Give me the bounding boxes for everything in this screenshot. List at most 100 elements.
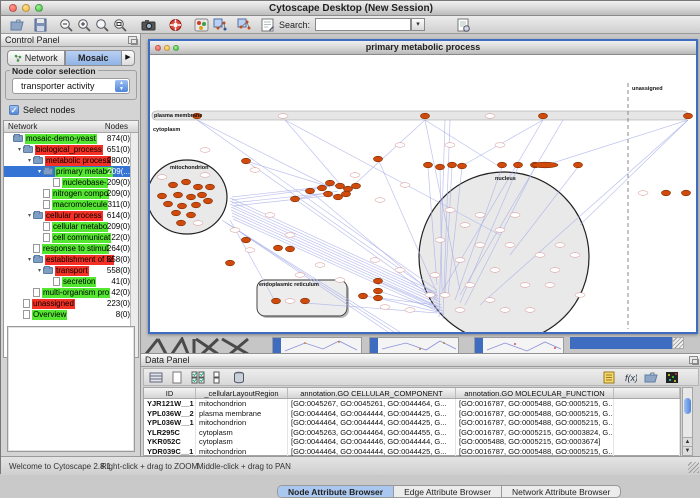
network-node[interactable]: [198, 192, 207, 198]
select-nodes-checkbox[interactable]: ✓: [9, 105, 19, 115]
network-node[interactable]: [375, 198, 385, 203]
attribute-matrix-icon[interactable]: [665, 371, 679, 384]
network-node[interactable]: [204, 198, 213, 204]
network-node[interactable]: [545, 283, 555, 288]
overview-network-thumbnail[interactable]: [144, 337, 254, 354]
network-node[interactable]: [306, 188, 315, 194]
vizmapper-icon[interactable]: [194, 18, 209, 32]
network-node[interactable]: [194, 184, 203, 190]
network-node[interactable]: [242, 158, 251, 164]
network-node[interactable]: [574, 162, 583, 168]
snapshot-camera-icon[interactable]: [141, 18, 156, 32]
float-panel-icon[interactable]: [128, 36, 137, 44]
network-edge[interactable]: [540, 120, 688, 167]
column-header[interactable]: _cellularLayoutRegion: [196, 388, 288, 398]
network-node[interactable]: [380, 305, 390, 310]
tree-row[interactable]: cellular metabo209(0): [4, 221, 132, 232]
tree-row[interactable]: ▾biological_process651(0): [4, 144, 132, 155]
table-row[interactable]: YJR121W__1mitochondrion[GO:0045267, GO:0…: [144, 399, 680, 409]
network-node[interactable]: [445, 143, 455, 148]
network-node[interactable]: [550, 268, 560, 273]
network-node[interactable]: [682, 190, 691, 196]
network-node[interactable]: [285, 233, 295, 238]
network-node[interactable]: [315, 263, 325, 268]
network-node[interactable]: [440, 293, 450, 298]
tree-row[interactable]: response to stimul264(0): [4, 243, 132, 254]
app-resize-grip[interactable]: [688, 462, 699, 473]
tree-row[interactable]: ▾primary metabo209(...: [4, 166, 132, 177]
network-edge[interactable]: [345, 120, 425, 193]
network-node[interactable]: [285, 299, 295, 304]
delete-attribute-icon[interactable]: [232, 371, 246, 384]
network-node[interactable]: [525, 308, 535, 313]
network-node[interactable]: [278, 114, 288, 119]
table-row[interactable]: YLR295Ccytoplasm[GO:0045263, GO:0044464,…: [144, 428, 680, 438]
network-node[interactable]: [192, 202, 201, 208]
tab-overflow-button[interactable]: ▶: [122, 50, 135, 66]
network-overlay-icon[interactable]: [213, 18, 228, 32]
open-file-icon[interactable]: [10, 18, 25, 32]
zoom-in-icon[interactable]: [77, 18, 92, 32]
network-node[interactable]: [187, 212, 196, 218]
tree-row[interactable]: nucleobase-209(0): [4, 177, 132, 188]
network-node[interactable]: [435, 238, 445, 243]
network-node[interactable]: [555, 243, 565, 248]
attribute-browser-tab[interactable]: Edge Attribute Browser: [394, 486, 502, 497]
network-node[interactable]: [684, 113, 693, 119]
import-attributes-icon[interactable]: [644, 371, 658, 384]
network-node[interactable]: [495, 143, 505, 148]
close-button[interactable]: [9, 4, 17, 12]
network-node[interactable]: [374, 288, 383, 294]
network-node[interactable]: [505, 243, 515, 248]
network-node[interactable]: [395, 268, 405, 273]
zoom-window-button[interactable]: [35, 4, 43, 12]
network-node[interactable]: [445, 208, 455, 213]
network-node[interactable]: [272, 298, 281, 304]
network-node[interactable]: [157, 175, 167, 180]
tree-row[interactable]: multi-organism pro42(0): [4, 287, 132, 298]
network-node[interactable]: [539, 113, 548, 119]
network-edge[interactable]: [580, 120, 688, 225]
network-node[interactable]: [182, 179, 191, 185]
network-node[interactable]: [532, 162, 558, 168]
network-node[interactable]: [172, 210, 181, 216]
network-node[interactable]: [301, 298, 310, 304]
zoom-fit-icon[interactable]: [113, 18, 128, 32]
network-node[interactable]: [242, 237, 251, 243]
network-node[interactable]: [200, 173, 210, 178]
network-node[interactable]: [158, 193, 167, 199]
network-node[interactable]: [265, 213, 275, 218]
network-node[interactable]: [174, 192, 183, 198]
network-node[interactable]: [455, 258, 465, 263]
save-session-icon[interactable]: [33, 18, 48, 32]
tree-row[interactable]: macromolecule311(0): [4, 199, 132, 210]
network-node[interactable]: [405, 308, 415, 313]
birdseye-view-panel[interactable]: [7, 326, 135, 452]
attribute-table-header[interactable]: ID_cellularLayoutRegionannotation.GO CEL…: [144, 388, 680, 399]
network-node[interactable]: [395, 143, 405, 148]
network-node[interactable]: [430, 273, 440, 278]
network-node[interactable]: [334, 194, 343, 200]
network-node[interactable]: [178, 203, 187, 209]
network-node[interactable]: [374, 156, 383, 162]
network-edge[interactable]: [233, 195, 335, 206]
network-node[interactable]: [164, 201, 173, 207]
network-edge[interactable]: [246, 161, 330, 187]
network-node[interactable]: [475, 213, 485, 218]
network-node[interactable]: [187, 194, 196, 200]
minimized-network-window[interactable]: [369, 337, 459, 354]
network-node[interactable]: [359, 293, 368, 299]
network-node[interactable]: [475, 243, 485, 248]
network-node[interactable]: [510, 213, 520, 218]
network-node[interactable]: [458, 163, 467, 169]
tree-row[interactable]: Overview8(0): [4, 309, 132, 320]
float-panel-icon[interactable]: [689, 356, 698, 364]
network-node[interactable]: [324, 191, 333, 197]
network-node[interactable]: [318, 185, 327, 191]
network-node[interactable]: [498, 162, 507, 168]
scroll-down-button[interactable]: ▼: [683, 446, 692, 455]
network-node[interactable]: [193, 221, 203, 226]
tree-row[interactable]: cell communicat22(0): [4, 232, 132, 243]
table-row[interactable]: YPL036W__1mitochondrion[GO:0044464, GO:0…: [144, 418, 680, 428]
tree-row[interactable]: mosaic-demo-yeast874(0): [4, 133, 132, 144]
